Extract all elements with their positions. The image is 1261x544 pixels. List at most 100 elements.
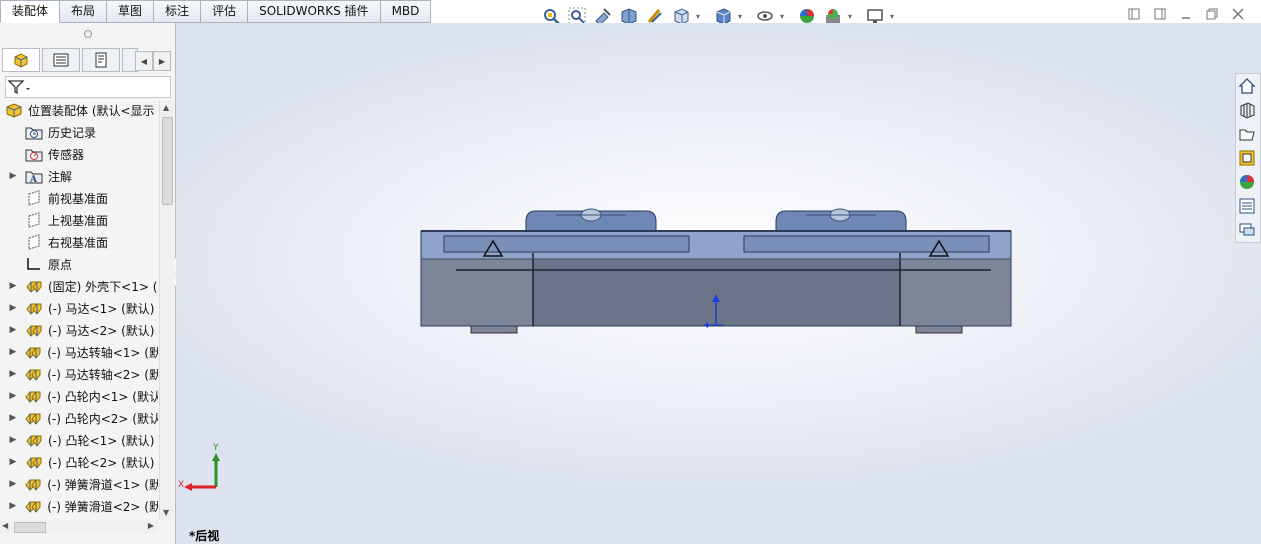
triad-y-label: Y — [213, 443, 219, 453]
tile-right-icon[interactable] — [1147, 4, 1173, 24]
expand-arrow-icon[interactable]: ▶ — [8, 435, 18, 445]
expand-arrow-icon[interactable]: ▶ — [8, 457, 18, 467]
view-orientation-dropdown-icon[interactable]: ▾ — [696, 12, 704, 21]
tree-item-label: (-) 凸轮内<2> (默认 — [47, 411, 158, 426]
tab-5[interactable]: SOLIDWORKS 插件 — [248, 0, 381, 23]
graphics-viewport[interactable]: Y X — [176, 23, 1261, 544]
part-icon — [24, 321, 44, 339]
close-icon[interactable] — [1225, 4, 1251, 24]
expand-arrow-icon[interactable]: ▶ — [8, 413, 18, 423]
expand-arrow-icon[interactable]: ▶ — [8, 501, 18, 511]
part-icon — [24, 387, 43, 405]
tree-item[interactable]: 前视基准面 — [0, 187, 158, 209]
hide-show-dropdown-icon[interactable]: ▾ — [780, 12, 788, 21]
tree-item[interactable]: ▶ (-) 马达转轴<2> (默 — [0, 363, 158, 385]
assembly-model — [420, 208, 1012, 334]
appearances-icon[interactable] — [1236, 171, 1258, 193]
tree-item-label: 注解 — [48, 169, 73, 184]
expand-arrow-icon[interactable]: ▶ — [8, 347, 18, 357]
tree-hscroll-thumb[interactable] — [14, 522, 46, 533]
feature-manager-tab[interactable] — [2, 48, 40, 72]
panel-tab-scroll: ◀ ▶ — [135, 51, 171, 71]
scroll-up-icon[interactable]: ▲ — [163, 103, 169, 112]
expand-arrow-icon[interactable]: ▶ — [8, 171, 18, 181]
tree-item[interactable]: ▶ (-) 弹簧滑道<1> (默 — [0, 473, 158, 495]
tree-item-label: (固定) 外壳下<1> ( — [48, 279, 158, 294]
tree-item-label: 右视基准面 — [48, 235, 109, 250]
origin-icon — [24, 255, 44, 273]
tree-item[interactable]: ▶ (-) 凸轮内<1> (默认 — [0, 385, 158, 407]
tab-0[interactable]: 装配体 — [0, 0, 61, 23]
tree-item[interactable]: ▶ (-) 凸轮<2> (默认) — [0, 451, 158, 473]
forum-icon[interactable] — [1236, 219, 1258, 241]
tree-item[interactable]: ▶ (-) 弹簧滑道<2> (默 — [0, 495, 158, 517]
property-manager-tab[interactable] — [42, 48, 80, 72]
expand-arrow-icon[interactable]: ▶ — [8, 479, 18, 489]
part-icon — [24, 497, 43, 515]
tree-scroll-thumb[interactable] — [162, 117, 173, 205]
tree-item-label: (-) 马达<1> (默认) — [48, 301, 155, 316]
part-icon — [24, 343, 43, 361]
tab-1[interactable]: 布局 — [60, 0, 108, 23]
tree-horizontal-scrollbar[interactable]: ◀ ▶ — [0, 520, 158, 534]
svg-text:A: A — [29, 175, 38, 184]
tree-item[interactable]: ▶ A 注解 — [0, 165, 158, 187]
part-icon — [24, 475, 43, 493]
tree-item[interactable]: 传感器 — [0, 143, 158, 165]
tab-scroll-right-icon[interactable]: ▶ — [153, 51, 171, 71]
tree-item[interactable]: ▶ (-) 凸轮<1> (默认) — [0, 429, 158, 451]
part-icon — [24, 453, 44, 471]
expand-arrow-icon[interactable]: ▶ — [8, 369, 18, 379]
tree-item-label: 原点 — [48, 257, 73, 272]
view-settings-dropdown-icon[interactable]: ▾ — [890, 12, 898, 21]
tree-item-label: (-) 凸轮<1> (默认) — [48, 433, 155, 448]
tree-item[interactable]: 历史记录 — [0, 121, 158, 143]
scroll-right-icon[interactable]: ▶ — [148, 521, 154, 530]
view-palette-icon[interactable] — [1236, 147, 1258, 169]
sensor-icon — [24, 145, 44, 163]
tree-item[interactable]: ▶ (-) 马达<2> (默认) — [0, 319, 158, 341]
scroll-down-icon[interactable]: ▼ — [163, 508, 169, 517]
tab-3[interactable]: 标注 — [154, 0, 202, 23]
scroll-left-icon[interactable]: ◀ — [2, 521, 8, 530]
tree-item[interactable]: 原点 — [0, 253, 158, 275]
design-library-icon[interactable] — [1236, 99, 1258, 121]
tree-item-label: 历史记录 — [48, 125, 97, 140]
tree-item-label: 前视基准面 — [48, 191, 109, 206]
plane-icon — [24, 189, 44, 207]
tree-item[interactable]: ▶ (-) 凸轮内<2> (默认 — [0, 407, 158, 429]
panel-drag-handle[interactable] — [84, 30, 92, 38]
expand-arrow-icon[interactable]: ▶ — [8, 325, 18, 335]
expand-arrow-icon[interactable]: ▶ — [8, 391, 18, 401]
tree-item[interactable]: 右视基准面 — [0, 231, 158, 253]
tab-6[interactable]: MBD — [380, 0, 432, 23]
tile-left-icon[interactable] — [1121, 4, 1147, 24]
display-style-dropdown-icon[interactable]: ▾ — [738, 12, 746, 21]
file-explorer-icon[interactable] — [1236, 123, 1258, 145]
tree-vertical-scrollbar[interactable]: ▲ ▼ — [159, 101, 174, 519]
tab-2[interactable]: 草图 — [107, 0, 155, 23]
tree-item-label: (-) 凸轮内<1> (默认 — [47, 389, 158, 404]
solidworks-resources-icon[interactable] — [1236, 75, 1258, 97]
configuration-manager-tab[interactable] — [82, 48, 120, 72]
plane-icon — [24, 211, 44, 229]
apply-scene-dropdown-icon[interactable]: ▾ — [848, 12, 856, 21]
tree-root[interactable]: 位置装配体 (默认<显示 — [0, 99, 158, 121]
tab-4[interactable]: 评估 — [201, 0, 249, 23]
custom-properties-icon[interactable] — [1236, 195, 1258, 217]
restore-icon[interactable] — [1199, 4, 1225, 24]
tree-item[interactable]: ▶ (-) 马达<1> (默认) — [0, 297, 158, 319]
expand-arrow-icon[interactable]: ▶ — [8, 303, 18, 313]
tree-item[interactable]: ▶ (固定) 外壳下<1> ( — [0, 275, 158, 297]
tree-item-label: (-) 马达转轴<2> (默 — [47, 367, 158, 382]
tree-item[interactable]: ▶ (-) 马达转轴<1> (默 — [0, 341, 158, 363]
tree-item[interactable]: 上视基准面 — [0, 209, 158, 231]
reference-triad: Y X — [176, 443, 226, 493]
part-icon — [24, 277, 44, 295]
minimize-icon[interactable] — [1173, 4, 1199, 24]
tree-filter[interactable] — [5, 76, 171, 98]
tab-scroll-left-icon[interactable]: ◀ — [135, 51, 153, 71]
part-icon — [24, 409, 43, 427]
tree-item-label: (-) 弹簧滑道<1> (默 — [47, 477, 158, 492]
expand-arrow-icon[interactable]: ▶ — [8, 281, 18, 291]
